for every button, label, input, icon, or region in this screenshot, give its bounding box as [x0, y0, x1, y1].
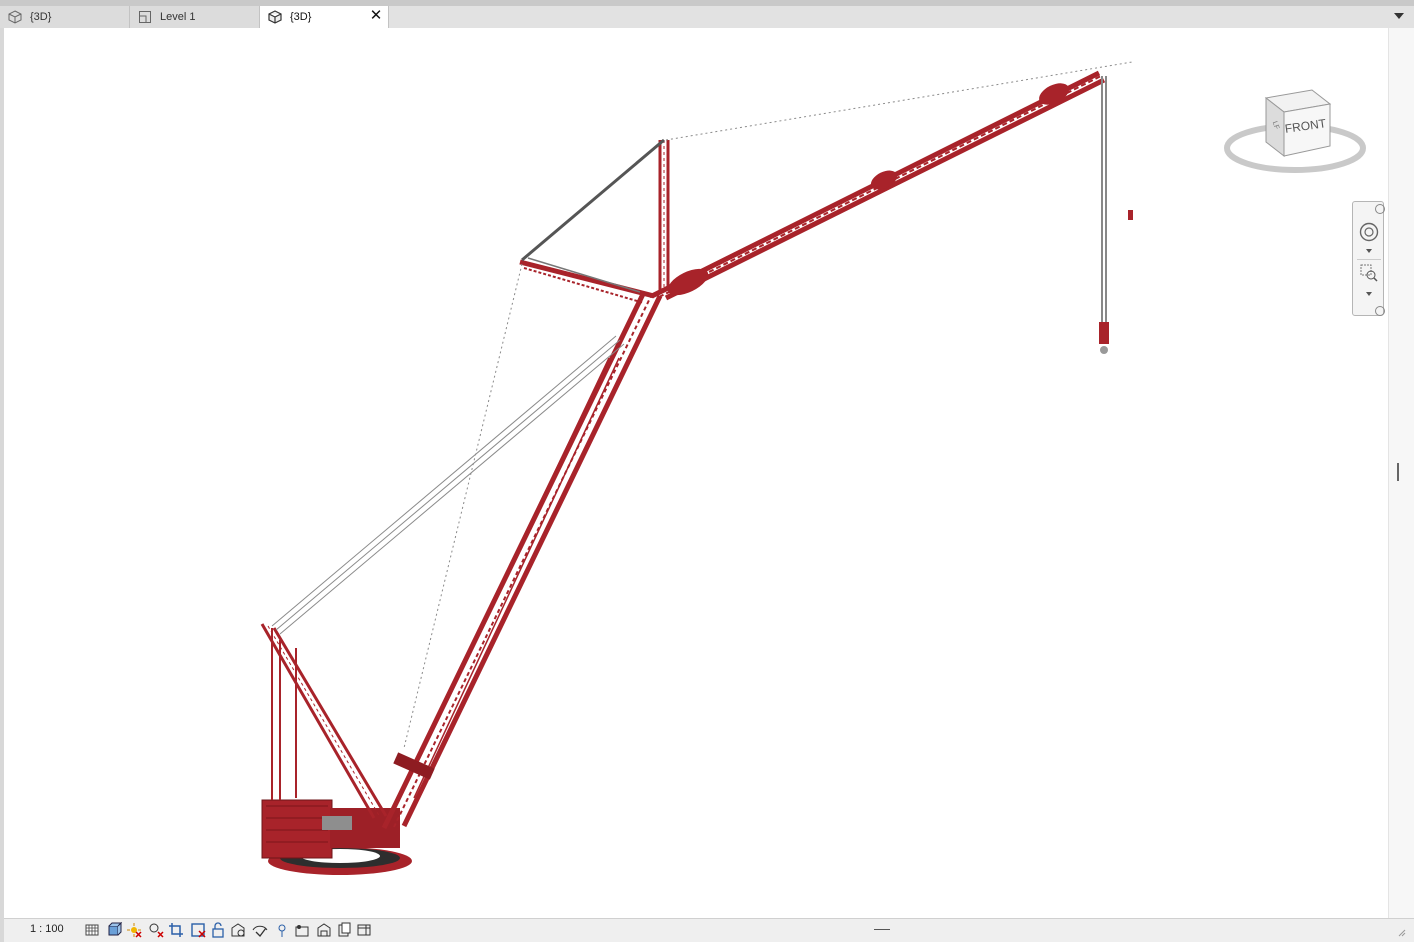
- tab-label: {3D}: [290, 11, 312, 23]
- scroll-thumb[interactable]: [1397, 463, 1399, 481]
- zoom-region-icon[interactable]: [1360, 264, 1378, 282]
- tab-3d-view-active[interactable]: {3D} ✕: [259, 6, 389, 28]
- steering-wheel-icon[interactable]: [1359, 222, 1379, 242]
- hook-block[interactable]: [1099, 76, 1133, 354]
- reveal-hidden-elements-icon[interactable]: [252, 922, 268, 938]
- tab-label: {3D}: [30, 11, 52, 23]
- navigation-bar: [1352, 201, 1385, 316]
- detail-level-icon[interactable]: [84, 922, 100, 938]
- status-splitter[interactable]: [874, 929, 890, 930]
- analytical-model-icon[interactable]: [294, 922, 310, 938]
- 3d-view-icon: [8, 10, 22, 24]
- close-tab-icon[interactable]: ✕: [368, 8, 384, 24]
- visual-style-icon[interactable]: [106, 922, 122, 938]
- zoom-dropdown-icon[interactable]: [1366, 292, 1372, 296]
- navbar-close-icon[interactable]: [1375, 204, 1385, 214]
- view-tab-bar: {3D} Level 1 {3D} ✕: [0, 6, 1414, 29]
- tab-3d-view[interactable]: {3D}: [0, 6, 130, 28]
- highlight-displacement-icon[interactable]: [316, 922, 332, 938]
- show-crop-region-icon[interactable]: [190, 922, 206, 938]
- pendant-cables: [271, 61, 1133, 749]
- wheel-dropdown-icon[interactable]: [1366, 249, 1372, 253]
- resize-grip-icon[interactable]: [1396, 927, 1406, 937]
- tab-list-dropdown-icon[interactable]: [1394, 13, 1404, 19]
- floor-plan-icon: [139, 11, 151, 23]
- crane-model[interactable]: [4, 28, 1388, 918]
- 3d-view-icon: [268, 10, 282, 24]
- tab-level-1[interactable]: Level 1: [130, 6, 260, 28]
- rear-mast[interactable]: [260, 623, 388, 819]
- unlock-3d-view-icon[interactable]: [210, 922, 226, 938]
- temporary-hide-isolate-icon[interactable]: [230, 922, 246, 938]
- navbar-divider: [1357, 259, 1381, 260]
- viewcube[interactable]: FRONT LF: [1220, 86, 1370, 178]
- vertical-scrollbar[interactable]: [1388, 28, 1414, 918]
- sun-path-icon[interactable]: [126, 922, 142, 938]
- crop-view-icon[interactable]: [168, 922, 184, 938]
- luffing-jib[interactable]: [650, 70, 1106, 301]
- view-control-bar: 1 : 100: [4, 918, 1414, 942]
- render-icon[interactable]: [336, 922, 352, 938]
- tab-label: Level 1: [160, 11, 196, 23]
- constraints-icon[interactable]: [356, 922, 372, 938]
- main-boom[interactable]: [381, 290, 663, 830]
- view-scale[interactable]: 1 : 100: [30, 923, 64, 935]
- navbar-options-icon[interactable]: [1375, 306, 1385, 316]
- shadows-icon[interactable]: [148, 922, 164, 938]
- worksharing-display-icon[interactable]: [274, 922, 290, 938]
